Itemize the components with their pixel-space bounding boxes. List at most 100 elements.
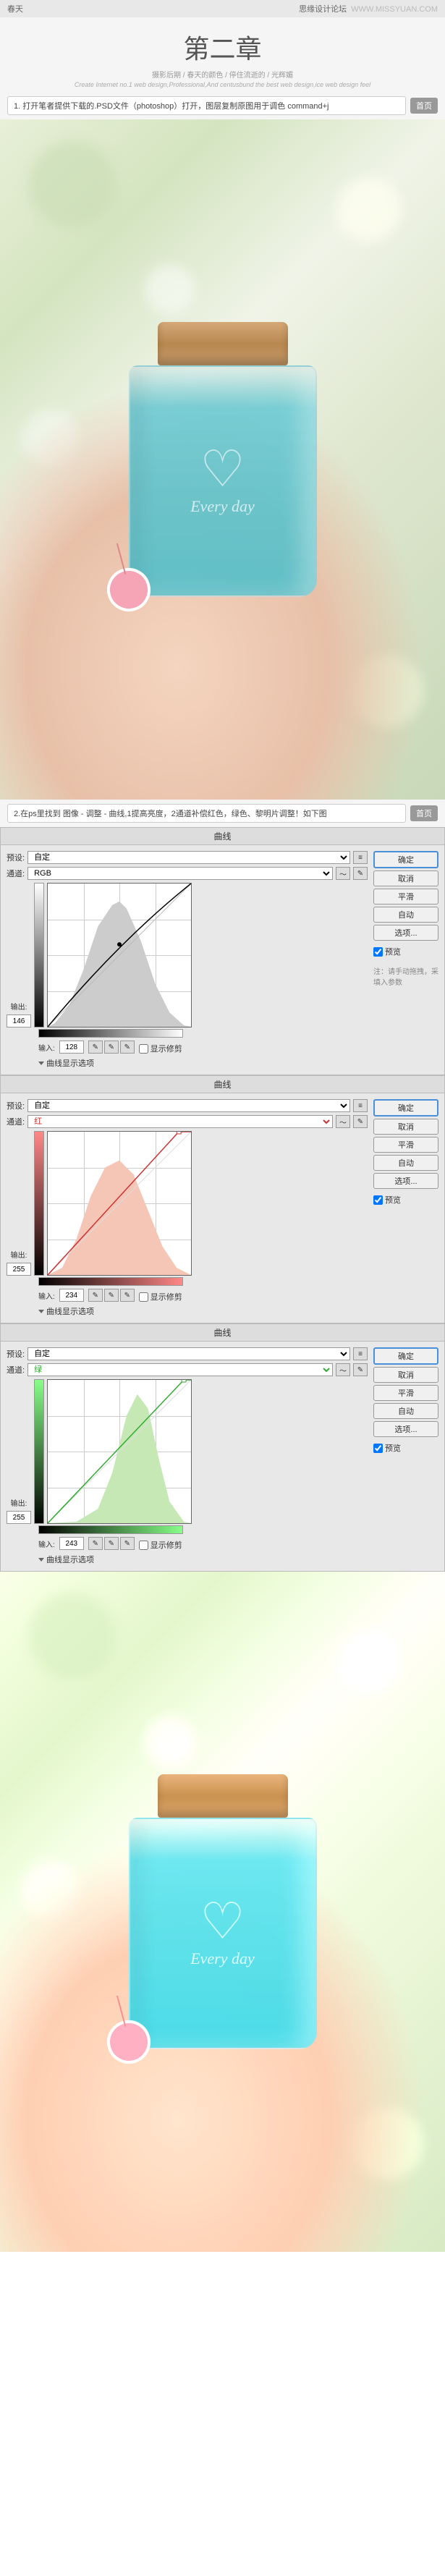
show-clipping-check[interactable]: 显示修剪 (139, 1539, 182, 1551)
smooth-button[interactable]: 平滑 (373, 1137, 438, 1153)
eyedropper-white-icon[interactable]: ✎ (120, 1537, 135, 1550)
auto-button[interactable]: 自动 (373, 1155, 438, 1171)
channel-select[interactable]: 绿 (27, 1363, 333, 1376)
page-button[interactable]: 首页 (410, 98, 438, 114)
eyedropper-white-icon[interactable]: ✎ (120, 1041, 135, 1054)
curve-pencil-icon[interactable]: ✎ (353, 1363, 368, 1376)
input-label: 输入: (38, 1538, 55, 1549)
curve-smooth-icon[interactable]: 〜 (336, 867, 350, 880)
curve-options-toggle[interactable]: 曲线显示选项 (38, 1305, 368, 1317)
glass-jar: ♡ Every day (129, 1818, 317, 2049)
curve-pencil-icon[interactable]: ✎ (353, 867, 368, 880)
options-button[interactable]: 选项... (373, 1173, 438, 1189)
top-bar: 春天 思缘设计论坛 WWW.MISSYUAN.COM (0, 0, 445, 17)
photo-adjusted: ♡ Every day (0, 1572, 445, 2252)
glass-jar: ♡ Every day (129, 365, 317, 597)
panel-title: 曲线 (1, 1076, 444, 1093)
curve-graph-rgb[interactable] (47, 883, 192, 1028)
preview-check[interactable]: 预览 (373, 1442, 438, 1454)
horizontal-gradient (38, 1029, 183, 1038)
heart-icon: ♡ (200, 1891, 245, 1951)
output-value[interactable] (7, 1263, 31, 1276)
eyedropper-gray-icon[interactable]: ✎ (104, 1041, 119, 1054)
input-label: 输入: (38, 1042, 55, 1053)
preset-select[interactable]: 自定 (27, 1099, 350, 1112)
options-button[interactable]: 选项... (373, 1421, 438, 1437)
input-value[interactable] (59, 1041, 84, 1054)
cancel-button[interactable]: 取消 (373, 1119, 438, 1135)
chevron-down-icon (38, 1558, 44, 1562)
cancel-button[interactable]: 取消 (373, 870, 438, 886)
step-2-row: 2.在ps里找到 图像 - 调整 - 曲线,1提高亮度，2通道补偿红色，绿色、黎… (0, 800, 445, 827)
input-value[interactable] (59, 1537, 84, 1550)
output-value[interactable] (7, 1014, 31, 1028)
ok-button[interactable]: 确定 (373, 1099, 438, 1117)
output-label: 输出: (11, 1249, 27, 1260)
preset-label: 预设: (7, 852, 25, 863)
options-button[interactable]: 选项... (373, 925, 438, 941)
step-1-row: 1. 打开笔者提供下载的.PSD文件（photoshop）打开，图层复制原图用于… (0, 92, 445, 119)
curve-graph-red[interactable] (47, 1131, 192, 1276)
chevron-down-icon (38, 1062, 44, 1065)
eyedropper-gray-icon[interactable]: ✎ (104, 1537, 119, 1550)
header-left: 春天 (7, 3, 23, 14)
step-1-text: 1. 打开笔者提供下载的.PSD文件（photoshop）打开，图层复制原图用于… (7, 96, 406, 115)
curve-pencil-icon[interactable]: ✎ (353, 1115, 368, 1128)
output-label: 输出: (11, 1497, 27, 1508)
auto-button[interactable]: 自动 (373, 1403, 438, 1419)
vertical-gradient (34, 883, 44, 1028)
curve-options-toggle[interactable]: 曲线显示选项 (38, 1057, 368, 1069)
smooth-button[interactable]: 平滑 (373, 1385, 438, 1401)
preview-check[interactable]: 预览 (373, 946, 438, 957)
eyedropper-black-icon[interactable]: ✎ (88, 1289, 103, 1302)
panel-title: 曲线 (1, 828, 444, 845)
preset-menu-icon[interactable]: ≡ (353, 1099, 368, 1112)
smooth-button[interactable]: 平滑 (373, 889, 438, 904)
vertical-gradient (34, 1131, 44, 1276)
curves-panel-rgb: 曲线 预设: 自定 ≡ 通道: RGB 〜 ✎ 输出: (0, 827, 445, 1075)
curve-options-toggle[interactable]: 曲线显示选项 (38, 1554, 368, 1565)
preview-check[interactable]: 预览 (373, 1194, 438, 1206)
curve-graph-green[interactable] (47, 1379, 192, 1524)
channel-label: 通道: (7, 868, 25, 879)
bottle: ♡ Every day (122, 322, 324, 597)
cancel-button[interactable]: 取消 (373, 1367, 438, 1383)
cork (158, 322, 288, 365)
show-clipping-check[interactable]: 显示修剪 (139, 1291, 182, 1302)
bottle-text: Every day (130, 1949, 315, 1968)
eyedropper-white-icon[interactable]: ✎ (120, 1289, 135, 1302)
show-clipping-check[interactable]: 显示修剪 (139, 1043, 182, 1054)
preset-menu-icon[interactable]: ≡ (353, 1347, 368, 1360)
preset-menu-icon[interactable]: ≡ (353, 851, 368, 864)
channel-label: 通道: (7, 1116, 25, 1127)
input-value[interactable] (59, 1289, 84, 1302)
ok-button[interactable]: 确定 (373, 1347, 438, 1365)
vertical-gradient (34, 1379, 44, 1524)
curves-panel-green: 曲线 预设: 自定 ≡ 通道: 绿 〜 ✎ 输出: (0, 1323, 445, 1572)
curve-smooth-icon[interactable]: 〜 (336, 1115, 350, 1128)
heart-icon: ♡ (200, 439, 245, 499)
header-right: 思缘设计论坛 WWW.MISSYUAN.COM (299, 3, 438, 14)
output-label: 输出: (11, 1001, 27, 1012)
eyedropper-black-icon[interactable]: ✎ (88, 1041, 103, 1054)
curve-smooth-icon[interactable]: 〜 (336, 1363, 350, 1376)
output-value[interactable] (7, 1511, 31, 1524)
channel-label: 通道: (7, 1364, 25, 1376)
horizontal-gradient (38, 1277, 183, 1286)
eyedropper-gray-icon[interactable]: ✎ (104, 1289, 119, 1302)
preset-label: 预设: (7, 1348, 25, 1360)
preset-select[interactable]: 自定 (27, 851, 350, 864)
ok-button[interactable]: 确定 (373, 851, 438, 868)
page-button-2[interactable]: 首页 (410, 805, 438, 821)
panel-title: 曲线 (1, 1324, 444, 1342)
eyedropper-black-icon[interactable]: ✎ (88, 1537, 103, 1550)
preset-select[interactable]: 自定 (27, 1347, 350, 1360)
chapter-title: 第二章 (0, 28, 445, 66)
curves-panel-red: 曲线 预设: 自定 ≡ 通道: 红 〜 ✎ 输出: (0, 1075, 445, 1323)
channel-select[interactable]: RGB (27, 867, 333, 880)
bottle: ♡ Every day (122, 1774, 324, 2049)
channel-select[interactable]: 红 (27, 1115, 333, 1128)
chevron-down-icon (38, 1310, 44, 1313)
auto-button[interactable]: 自动 (373, 907, 438, 923)
preset-label: 预设: (7, 1100, 25, 1111)
